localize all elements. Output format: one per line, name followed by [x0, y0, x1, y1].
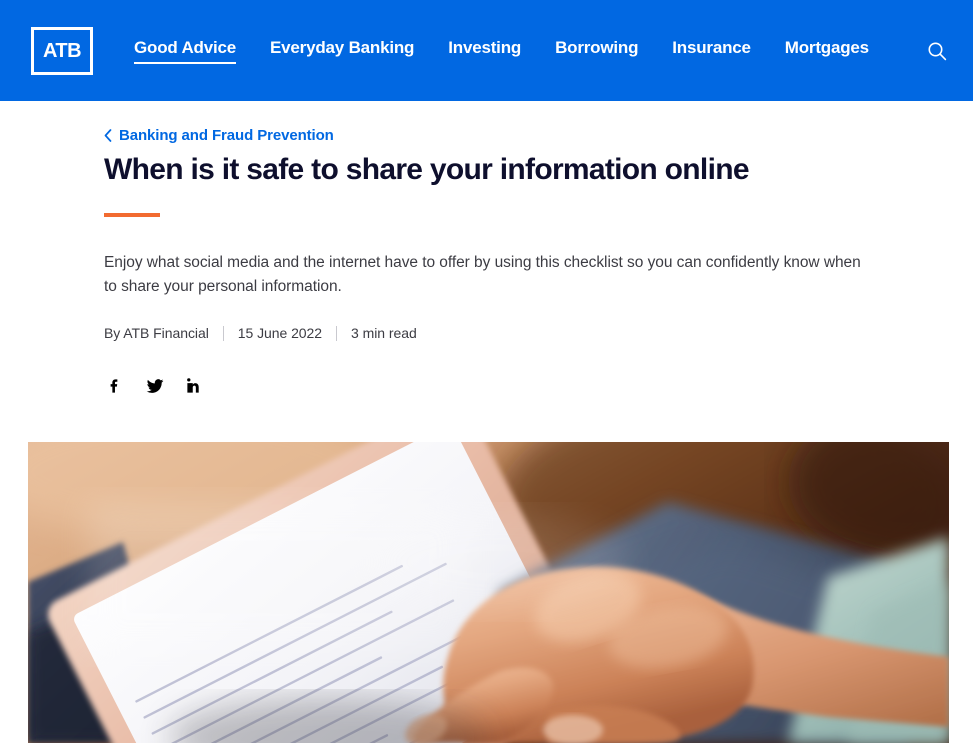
hero-photo-hand-using-tablet: [28, 442, 949, 744]
twitter-icon: [146, 379, 163, 393]
page-title: When is it safe to share your informatio…: [104, 153, 750, 186]
byline-separator: [222, 325, 224, 341]
article-deck: Enjoy what social media and the internet…: [104, 254, 861, 296]
breadcrumb-label: Banking and Fraud Prevention: [119, 127, 334, 144]
logo-text: ATB: [42, 39, 82, 62]
linkedin-icon: [187, 378, 199, 394]
share-linkedin-button[interactable]: [184, 375, 205, 396]
byline-author: By ATB Financial: [104, 325, 209, 342]
breadcrumb[interactable]: Banking and Fraud Prevention: [104, 127, 334, 144]
byline-date: 15 June 2022: [237, 325, 323, 342]
accent-rule: [104, 213, 160, 218]
atb-logo[interactable]: ATB: [31, 26, 93, 75]
nav-item-everyday-banking[interactable]: Everyday Banking: [270, 38, 414, 64]
site-header: ATB Good Advice Everyday Banking Investi…: [0, 0, 973, 101]
byline-separator: [336, 325, 338, 341]
article-header-content: Banking and Fraud Prevention When is it …: [0, 127, 973, 396]
facebook-icon: [110, 379, 118, 394]
share-facebook-button[interactable]: [104, 375, 125, 396]
byline: By ATB Financial 15 June 2022 3 min read: [104, 325, 913, 341]
nav-item-mortgages[interactable]: Mortgages: [785, 38, 869, 64]
social-share-row: [104, 375, 913, 396]
search-icon: [928, 42, 947, 60]
nav-item-insurance[interactable]: Insurance: [672, 38, 751, 64]
share-twitter-button[interactable]: [144, 375, 165, 396]
chevron-left-icon: [104, 129, 112, 142]
hero-photo-graphic: [28, 442, 949, 744]
nav-item-borrowing[interactable]: Borrowing: [555, 38, 638, 64]
nav-item-investing[interactable]: Investing: [448, 38, 521, 64]
main-navigation: Good Advice Everyday Banking Investing B…: [134, 38, 924, 64]
article-main: Banking and Fraud Prevention When is it …: [0, 127, 973, 744]
byline-read-time: 3 min read: [351, 325, 417, 342]
search-button[interactable]: [924, 38, 950, 64]
nav-item-good-advice[interactable]: Good Advice: [134, 38, 236, 64]
